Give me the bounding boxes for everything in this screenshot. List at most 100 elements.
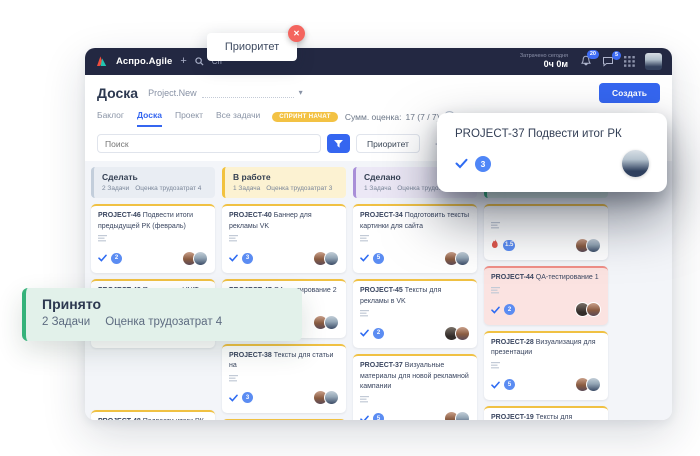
assignee-avatar (586, 302, 601, 317)
priority-filter-chip[interactable]: Приоритет (356, 134, 420, 153)
column-task-count: 2 Задачи (102, 185, 129, 192)
estimate-badge: 5 (373, 413, 384, 420)
check-icon (229, 249, 238, 267)
task-card[interactable]: PROJECT-37 Визуальные материалы для ново… (353, 354, 477, 420)
task-card-popup[interactable]: PROJECT-37 Подвести итог РК 3 (437, 113, 667, 192)
sprint-status-badge: СПРИНТ НАЧАТ (272, 112, 338, 122)
task-title: PROJECT-46 Подвести итоги предыдущей РК … (98, 211, 208, 232)
view-tabs: Баклог Доска Проект Все задачи (97, 110, 260, 127)
column-header: В работе 1 Задача Оценка трудозатрат 3 (222, 167, 346, 198)
time-spent: Затрачено сегодня 0ч 0м (520, 53, 568, 70)
brand-name: Аспро.Agile (116, 56, 172, 67)
check-icon (360, 410, 369, 421)
assignee-avatar (622, 150, 649, 177)
assignee-avatar (324, 390, 339, 405)
task-title: PROJECT-28 Визуализация для презентации (491, 338, 601, 359)
assignee-avatar (455, 411, 470, 420)
task-card[interactable]: PROJECT-48 Подвести итоги РК2 (91, 410, 215, 420)
accepted-title: Принято (42, 296, 286, 312)
assignee-avatar (455, 326, 470, 341)
aspro-logo-icon (95, 55, 108, 68)
column-title: Сделать (102, 172, 207, 182)
fire-icon (491, 236, 499, 254)
task-title: PROJECT-19 Тексты для рекламы VK (491, 413, 601, 421)
estimate-badge: 3 (242, 392, 253, 403)
task-card[interactable]: PROJECT-46 Подвести итоги предыдущей РК … (91, 204, 215, 273)
tab-все-задачи[interactable]: Все задачи (216, 110, 260, 127)
task-card[interactable]: PROJECT-34 Подготовить тексты картинки д… (353, 204, 477, 273)
column-title: В работе (233, 172, 338, 182)
tab-баклог[interactable]: Баклог (97, 110, 124, 127)
check-icon (455, 158, 468, 169)
project-name-underline (202, 88, 294, 98)
project-selector[interactable]: Project.New ▾ (148, 88, 303, 98)
apps-grid-button[interactable] (624, 56, 635, 67)
check-icon (491, 376, 500, 394)
task-card[interactable]: PROJECT-38 Тексты для статьи на 3 (222, 344, 346, 413)
messages-badge: 5 (612, 51, 621, 60)
priority-tooltip-label: Приоритет (225, 41, 279, 53)
estimate-badge: 3 (242, 253, 253, 264)
check-icon (360, 249, 369, 267)
estimate-badge: 3 (475, 156, 491, 172)
task-card[interactable]: PROJECT-40 Баннер для рекламы VK3 (222, 204, 346, 273)
check-icon (360, 324, 369, 342)
task-card[interactable]: PROJECT-45 Тексты для рекламы в VK 2 (353, 279, 477, 348)
task-title: PROJECT-44 QA-тестирование 1 (491, 273, 601, 284)
assignee-avatar (324, 315, 339, 330)
task-title: PROJECT-37 Визуальные материалы для ново… (360, 361, 470, 393)
task-title: PROJECT-45 Тексты для рекламы в VK (360, 286, 470, 307)
task-title: PROJECT-34 Подготовить тексты картинки д… (360, 211, 470, 232)
summary-label: Сумм. оценка: (345, 112, 402, 122)
estimate-badge: 2 (373, 328, 384, 339)
filter-button[interactable] (327, 134, 350, 153)
estimate-badge: 5 (373, 253, 384, 264)
tab-доска[interactable]: Доска (137, 110, 162, 127)
task-card[interactable]: PROJECT-44 QA-тестирование 1 2 (484, 266, 608, 325)
search-icon[interactable] (195, 57, 204, 66)
check-icon (98, 249, 107, 267)
task-title: PROJECT-38 Тексты для статьи на (229, 351, 339, 372)
user-avatar[interactable] (645, 53, 662, 70)
assignee-avatar (455, 251, 470, 266)
priority-tooltip: Приоритет ✕ (207, 33, 297, 61)
tab-проект[interactable]: Проект (175, 110, 203, 127)
time-spent-value: 0ч 0м (520, 59, 568, 70)
app-window: Аспро.Agile + Сп Затрачено сегодня 0ч 0м… (85, 48, 672, 420)
create-button[interactable]: Создать (599, 83, 660, 103)
column-estimate: Оценка трудозатрат 3 (266, 185, 332, 192)
apps-grid-icon (624, 56, 635, 67)
column-estimate: Оценка трудозатрат 4 (135, 185, 201, 192)
close-icon[interactable]: ✕ (288, 25, 305, 42)
assignee-avatar (193, 251, 208, 266)
column-header: Сделать 2 Задачи Оценка трудозатрат 4 (91, 167, 215, 198)
check-icon (229, 389, 238, 407)
top-navbar: Аспро.Agile + Сп Затрачено сегодня 0ч 0м… (85, 48, 672, 75)
funnel-icon (334, 140, 343, 148)
create-quick-icon[interactable]: + (180, 56, 186, 67)
messages-button[interactable]: 5 (602, 56, 614, 67)
assignee-avatar (586, 377, 601, 392)
popup-task-title: PROJECT-37 Подвести итог РК (455, 128, 649, 140)
estimate-badge: 1.5 (503, 240, 515, 251)
task-card[interactable]: 1.5 (484, 204, 608, 260)
task-title (491, 211, 601, 219)
summary-value: 17 (7 / 7) (405, 112, 439, 122)
task-card[interactable]: теории3 (222, 419, 346, 421)
project-name: Project.New (148, 88, 197, 98)
column-принято: Принято2 ЗадачиОценка трудозатрат 41.5PR… (484, 167, 608, 420)
check-icon (491, 301, 500, 319)
search-input[interactable] (97, 134, 321, 153)
estimate-badge: 5 (504, 379, 515, 390)
assignee-avatar (586, 238, 601, 253)
task-card[interactable]: PROJECT-19 Тексты для рекламы VK5 (484, 406, 608, 421)
column-сделано: Сделано1 ЗадачаОценка трудозатратPROJECT… (353, 167, 477, 420)
page-title: Доска (97, 85, 138, 101)
column-task-count: 1 Задача (364, 185, 391, 192)
column-task-count: 1 Задача (233, 185, 260, 192)
task-card[interactable]: PROJECT-28 Визуализация для презентации 5 (484, 331, 608, 400)
notifications-button[interactable]: 20 (580, 55, 592, 67)
assignee-avatar (324, 251, 339, 266)
estimate-badge: 2 (504, 304, 515, 315)
accepted-column-callout: Принято 2 Задачи Оценка трудозатрат 4 (22, 288, 302, 341)
